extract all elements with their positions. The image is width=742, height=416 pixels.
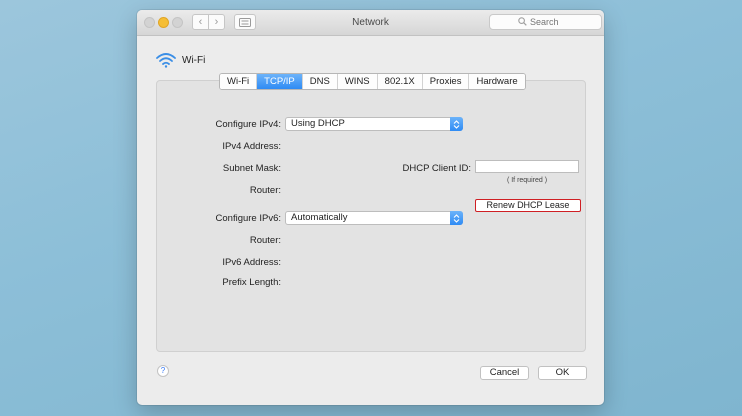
client-id-hint: ( If required ) — [506, 177, 548, 184]
router-label: Router: — [249, 185, 281, 196]
tab-8021x[interactable]: 802.1X — [377, 74, 423, 89]
ok-button[interactable]: OK — [538, 366, 587, 380]
subnet-mask-label: Subnet Mask: — [222, 163, 281, 174]
service-name: Wi-Fi — [182, 54, 206, 66]
search-icon — [518, 17, 527, 26]
title-bar: ‹ › Network — [137, 10, 604, 36]
network-preferences-window: ‹ › Network Wi-Fi — [137, 10, 604, 405]
configure-ipv6-label: Configure IPv6: — [215, 213, 281, 224]
ipv6-address-label: IPv6 Address: — [222, 257, 281, 268]
select-stepper-icon — [450, 117, 463, 131]
cancel-button[interactable]: Cancel — [480, 366, 529, 380]
tcpip-panel: Configure IPv4: Using DHCP IPv4 Address:… — [156, 80, 586, 352]
configure-ipv4-label: Configure IPv4: — [215, 119, 281, 130]
help-button[interactable]: ? — [157, 365, 169, 377]
dhcp-client-id-label: DHCP Client ID: — [402, 163, 471, 174]
tab-proxies[interactable]: Proxies — [422, 74, 470, 89]
search-box[interactable] — [489, 14, 602, 30]
renew-dhcp-lease-button[interactable]: Renew DHCP Lease — [475, 199, 581, 212]
tab-hardware[interactable]: Hardware — [469, 74, 525, 89]
ipv4-address-label: IPv4 Address: — [222, 141, 281, 152]
tab-tcpip[interactable]: TCP/IP — [257, 74, 303, 89]
tab-bar: Wi-Fi TCP/IP DNS WINS 802.1X Proxies Har… — [219, 73, 526, 90]
configure-ipv6-value: Automatically — [291, 212, 348, 223]
tab-wifi[interactable]: Wi-Fi — [220, 74, 258, 89]
wifi-icon — [156, 53, 176, 68]
service-header: Wi-Fi — [155, 50, 205, 70]
tab-wins[interactable]: WINS — [337, 74, 378, 89]
search-input[interactable] — [530, 16, 595, 28]
dhcp-client-id-field[interactable] — [475, 160, 579, 173]
select-stepper-icon — [450, 211, 463, 225]
prefix-length-label: Prefix Length: — [222, 277, 281, 288]
configure-ipv4-value: Using DHCP — [291, 118, 345, 129]
ipv6-router-label: Router: — [249, 235, 281, 246]
tab-dns[interactable]: DNS — [302, 74, 338, 89]
configure-ipv6-select[interactable]: Automatically — [285, 211, 463, 225]
configure-ipv4-select[interactable]: Using DHCP — [285, 117, 463, 131]
